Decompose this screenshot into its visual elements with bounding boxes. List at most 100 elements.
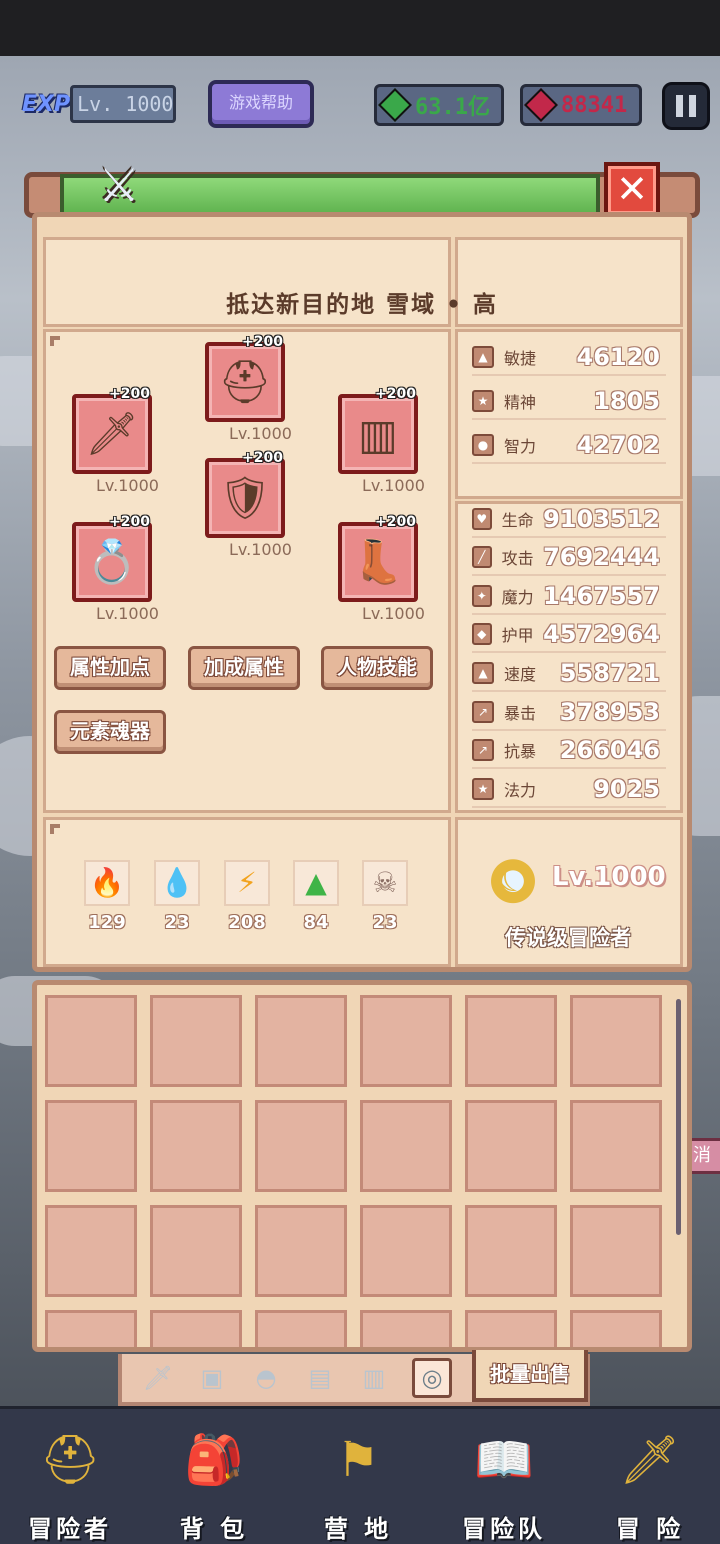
game-help-button[interactable]: 游戏帮助 xyxy=(208,80,314,128)
green-currency: 63.1亿 xyxy=(374,84,504,126)
fire-element-value: 129 xyxy=(88,912,126,933)
inventory-slot[interactable] xyxy=(45,1310,137,1347)
water-element-icon: 💧 xyxy=(154,860,200,906)
filter-shield-icon[interactable]: ▣ xyxy=(196,1362,228,1394)
bracer-slot[interactable]: ▥ +200 xyxy=(338,386,418,474)
bracer-icon: ▥ xyxy=(358,409,398,459)
stat-name: 抗暴 xyxy=(504,742,537,761)
lightning-element[interactable]: ⚡ 208 xyxy=(222,860,272,933)
inventory-slot[interactable] xyxy=(570,1205,662,1297)
weapon-slot[interactable]: 🗡 +200 xyxy=(72,386,152,474)
inventory-slot[interactable] xyxy=(465,1310,557,1347)
helmet-level: Lv.1000 xyxy=(229,424,292,443)
filter-weapon-icon[interactable]: 🗡 xyxy=(142,1362,174,1394)
crossed-swords-icon: ⚔ xyxy=(98,158,140,212)
element-soul-gear-button[interactable]: 元素魂器 xyxy=(54,710,166,754)
earth-element-value: 84 xyxy=(303,912,329,933)
stat-value: 42702 xyxy=(576,431,661,459)
attribute-points-button[interactable]: 属性加点 xyxy=(54,646,166,690)
inventory-slot[interactable] xyxy=(570,1310,662,1347)
boots-slot[interactable]: 👢 +200 xyxy=(338,514,418,602)
team-book-icon: 📖 xyxy=(474,1432,534,1488)
inventory-slot[interactable] xyxy=(45,995,137,1087)
green-gem-icon xyxy=(378,88,412,122)
adventurer-helmet-icon: ⛑ xyxy=(39,1432,101,1488)
dark-element[interactable]: ☠ 23 xyxy=(360,860,410,933)
helmet-icon: ⛑ xyxy=(218,357,272,406)
nav-label: 冒险者 xyxy=(28,1515,112,1543)
fire-element[interactable]: 🔥 129 xyxy=(82,860,132,933)
pause-icon-bar xyxy=(676,95,683,117)
crit-resist-icon: ↗ xyxy=(472,739,494,761)
filter-bracer-icon[interactable]: ▥ xyxy=(358,1362,390,1394)
inventory-slot[interactable] xyxy=(150,1310,242,1347)
inventory-slot[interactable] xyxy=(150,1100,242,1192)
character-skills-button[interactable]: 人物技能 xyxy=(321,646,433,690)
stat-spirit: ★ 精神 1805 xyxy=(472,384,666,420)
stat-crit: ↗ 暴击 378953 xyxy=(472,695,666,731)
bulk-sell-button[interactable]: 批量出售 xyxy=(472,1350,588,1402)
enhance-level: +200 xyxy=(109,386,150,402)
stat-value: 378953 xyxy=(559,698,660,726)
helmet-slot[interactable]: ⛑ +200 xyxy=(205,334,285,422)
stat-value: 266046 xyxy=(559,736,660,764)
inventory-slot[interactable] xyxy=(255,995,347,1087)
inventory-slot[interactable] xyxy=(570,995,662,1087)
boots-icon: 👢 xyxy=(351,537,405,586)
stat-value: 4572964 xyxy=(543,620,660,648)
inventory-slot[interactable] xyxy=(45,1205,137,1297)
nav-adventure[interactable]: 🗡 冒 险 xyxy=(590,1425,710,1544)
close-button[interactable]: ✕ xyxy=(604,162,660,218)
enhance-level: +200 xyxy=(242,450,283,466)
attack-icon: ╱ xyxy=(472,546,492,568)
stat-value: 9025 xyxy=(593,775,660,803)
pause-button[interactable] xyxy=(662,82,710,130)
agility-icon: ▲ xyxy=(472,346,494,368)
exp-badge: EXP xyxy=(22,91,71,117)
weapon-level: Lv.1000 xyxy=(96,476,159,495)
stat-armor: ◆ 护甲 4572964 xyxy=(472,617,666,653)
water-element-value: 23 xyxy=(164,912,190,933)
inventory-slot[interactable] xyxy=(255,1205,347,1297)
inventory-slot[interactable] xyxy=(360,995,452,1087)
inventory-slot[interactable] xyxy=(570,1100,662,1192)
filter-ring-icon[interactable]: ◎ xyxy=(412,1358,452,1398)
inventory-slot[interactable] xyxy=(465,1205,557,1297)
nav-label: 冒险队 xyxy=(462,1515,546,1543)
nav-camp[interactable]: ⚑ 营 地 xyxy=(298,1425,418,1544)
inventory-slot[interactable] xyxy=(255,1100,347,1192)
ring-slot[interactable]: 💍 +200 xyxy=(72,514,152,602)
nav-team[interactable]: 📖 冒险队 xyxy=(444,1425,564,1544)
water-element[interactable]: 💧 23 xyxy=(152,860,202,933)
speed-icon: ▲ xyxy=(472,662,494,684)
nav-adventurer[interactable]: ⛑ 冒险者 xyxy=(10,1425,130,1544)
ring-level: Lv.1000 xyxy=(96,604,159,623)
stat-health: ♥ 生命 9103512 xyxy=(472,502,666,538)
stat-name: 速度 xyxy=(504,665,537,684)
stat-name: 智力 xyxy=(504,437,537,456)
stat-crit-resist: ↗ 抗暴 266046 xyxy=(472,733,666,769)
inventory-slot[interactable] xyxy=(150,995,242,1087)
inventory-slot[interactable] xyxy=(150,1205,242,1297)
inventory-slot[interactable] xyxy=(465,1100,557,1192)
inventory-slot[interactable] xyxy=(360,1310,452,1347)
stat-name: 敏捷 xyxy=(504,349,537,368)
enhance-level: +200 xyxy=(375,514,416,530)
filter-helmet-icon[interactable]: ◓ xyxy=(250,1362,282,1394)
inventory-slot[interactable] xyxy=(255,1310,347,1347)
inventory-slot[interactable] xyxy=(465,995,557,1087)
stat-name: 生命 xyxy=(501,511,534,530)
armor-icon: 🛡 xyxy=(218,473,272,522)
stat-value: 558721 xyxy=(559,659,660,687)
inventory-slot[interactable] xyxy=(360,1100,452,1192)
inventory-slot[interactable] xyxy=(360,1205,452,1297)
nav-backpack[interactable]: 🎒 背 包 xyxy=(154,1425,274,1544)
armor-slot[interactable]: 🛡 +200 xyxy=(205,450,285,538)
inventory-scrollbar[interactable] xyxy=(676,999,681,1235)
bonus-attributes-button[interactable]: 加成属性 xyxy=(188,646,300,690)
stat-name: 攻击 xyxy=(501,549,534,568)
filter-armor-icon[interactable]: ▤ xyxy=(304,1362,336,1394)
inventory-slot[interactable] xyxy=(45,1100,137,1192)
earth-element[interactable]: ▲ 84 xyxy=(291,860,341,933)
stat-value: 7692444 xyxy=(543,543,660,571)
